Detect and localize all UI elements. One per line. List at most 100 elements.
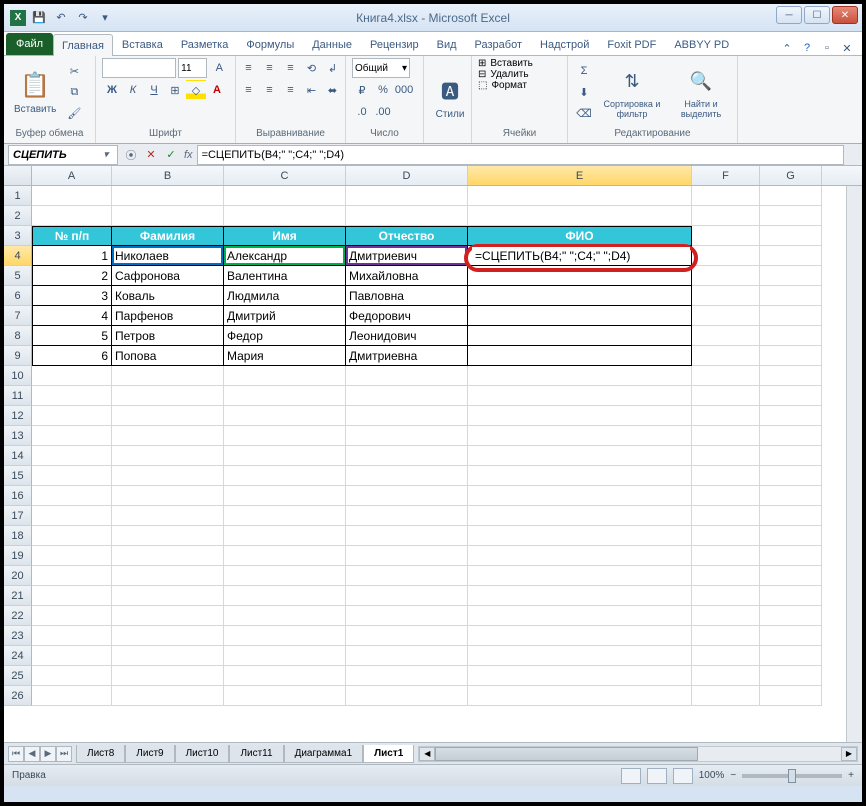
row-header[interactable]: 9	[4, 346, 32, 366]
increase-decimal-icon[interactable]: .0	[352, 102, 372, 122]
cell[interactable]	[468, 646, 692, 666]
cell[interactable]	[346, 466, 468, 486]
copy-icon[interactable]: ⧉	[64, 82, 84, 102]
cell[interactable]	[32, 426, 112, 446]
tab-abbyy[interactable]: ABBYY PD	[665, 33, 738, 55]
align-bottom-icon[interactable]: ≡	[281, 58, 301, 78]
fill-color-icon[interactable]: ◇	[186, 80, 206, 100]
cell[interactable]	[224, 406, 346, 426]
cell[interactable]	[692, 446, 760, 466]
cell[interactable]	[692, 626, 760, 646]
tab-home[interactable]: Главная	[53, 34, 113, 56]
cell[interactable]	[760, 566, 822, 586]
cell[interactable]	[112, 586, 224, 606]
cell[interactable]	[468, 506, 692, 526]
zoom-out-icon[interactable]: −	[730, 770, 736, 781]
cell[interactable]	[32, 366, 112, 386]
cell[interactable]	[112, 186, 224, 206]
cell[interactable]	[224, 426, 346, 446]
sheet-tab[interactable]: Лист10	[175, 745, 230, 763]
cell[interactable]	[224, 626, 346, 646]
cell[interactable]	[112, 206, 224, 226]
row-header[interactable]: 2	[4, 206, 32, 226]
cell[interactable]	[32, 446, 112, 466]
close-button[interactable]: ✕	[832, 6, 858, 24]
spreadsheet-grid[interactable]: A B C D E F G 123№ п/пФамилияИмяОтчество…	[4, 166, 862, 742]
clear-icon[interactable]: ⌫	[574, 103, 594, 123]
cell[interactable]	[346, 486, 468, 506]
qat-dropdown-icon[interactable]: ▾	[96, 9, 114, 27]
row-header[interactable]: 18	[4, 526, 32, 546]
cell[interactable]: Николаев	[112, 246, 224, 266]
cell[interactable]: Михайловна	[346, 266, 468, 286]
cell[interactable]	[468, 566, 692, 586]
cells-insert-button[interactable]: ⊞Вставить	[478, 58, 561, 69]
cell[interactable]	[468, 266, 692, 286]
doc-restore-icon[interactable]: ▫	[820, 41, 834, 55]
cell[interactable]	[224, 206, 346, 226]
cell[interactable]	[468, 546, 692, 566]
cell[interactable]: 4	[32, 306, 112, 326]
row-header[interactable]: 21	[4, 586, 32, 606]
cell[interactable]	[692, 406, 760, 426]
tab-insert[interactable]: Вставка	[113, 33, 172, 55]
cell[interactable]	[112, 506, 224, 526]
row-header[interactable]: 13	[4, 426, 32, 446]
font-color-icon[interactable]: А	[207, 80, 227, 100]
cell[interactable]	[760, 686, 822, 706]
cell[interactable]	[760, 626, 822, 646]
cell[interactable]	[112, 606, 224, 626]
font-family-select[interactable]	[102, 58, 176, 78]
cell[interactable]	[112, 546, 224, 566]
cell[interactable]	[760, 426, 822, 446]
cell[interactable]	[468, 526, 692, 546]
row-header[interactable]: 7	[4, 306, 32, 326]
cell[interactable]: Людмила	[224, 286, 346, 306]
cell[interactable]: Сафронова	[112, 266, 224, 286]
merge-icon[interactable]: ⬌	[323, 80, 343, 100]
cell[interactable]	[692, 526, 760, 546]
cell[interactable]	[224, 506, 346, 526]
col-header-a[interactable]: A	[32, 166, 112, 185]
cell[interactable]	[32, 386, 112, 406]
tab-view[interactable]: Вид	[428, 33, 466, 55]
cell[interactable]	[346, 406, 468, 426]
cell[interactable]	[112, 626, 224, 646]
increase-font-icon[interactable]: A	[209, 58, 229, 78]
cell[interactable]	[468, 666, 692, 686]
cell[interactable]	[468, 186, 692, 206]
cell[interactable]	[692, 326, 760, 346]
cell[interactable]	[112, 666, 224, 686]
currency-icon[interactable]: ₽	[352, 80, 372, 100]
number-format-select[interactable]: Общий▾	[352, 58, 410, 78]
decrease-decimal-icon[interactable]: .00	[373, 102, 393, 122]
active-cell-e4[interactable]: =СЦЕПИТЬ(B4;" ";C4;" ";D4)	[472, 247, 690, 265]
confirm-formula-icon[interactable]: ✓	[162, 146, 180, 164]
tab-foxit[interactable]: Foxit PDF	[598, 33, 665, 55]
cell[interactable]	[346, 606, 468, 626]
cell[interactable]: 1	[32, 246, 112, 266]
cell[interactable]	[32, 406, 112, 426]
cell[interactable]	[224, 586, 346, 606]
cell[interactable]	[760, 346, 822, 366]
cell[interactable]	[760, 266, 822, 286]
decrease-indent-icon[interactable]: ⇤	[302, 80, 322, 100]
cell[interactable]	[224, 486, 346, 506]
cell[interactable]	[692, 226, 760, 246]
cell[interactable]	[346, 186, 468, 206]
cell[interactable]	[692, 506, 760, 526]
cell[interactable]	[760, 606, 822, 626]
cell[interactable]	[468, 486, 692, 506]
sheet-tab[interactable]: Лист9	[125, 745, 174, 763]
sort-filter-button[interactable]: ⇅ Сортировка и фильтр	[598, 63, 666, 121]
cell[interactable]	[346, 626, 468, 646]
cell[interactable]: Мария	[224, 346, 346, 366]
cell[interactable]	[346, 666, 468, 686]
cell[interactable]	[346, 206, 468, 226]
cell[interactable]	[112, 406, 224, 426]
cell[interactable]	[760, 386, 822, 406]
row-header[interactable]: 6	[4, 286, 32, 306]
name-box[interactable]: СЦЕПИТЬ ▾	[8, 145, 118, 165]
tab-addins[interactable]: Надстрой	[531, 33, 598, 55]
cell[interactable]	[468, 426, 692, 446]
